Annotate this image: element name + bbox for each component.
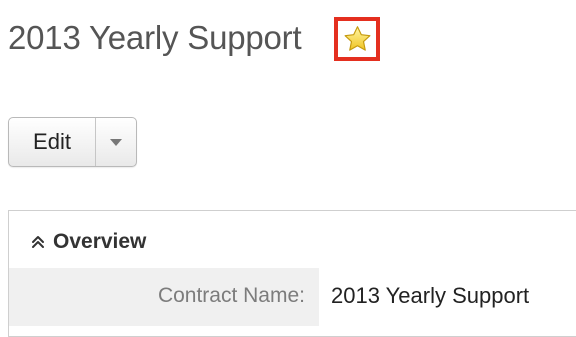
field-value-contract-name: 2013 Yearly Support [331,283,530,308]
field-label-cell: Contract Name: [9,268,319,326]
overview-panel-toggle[interactable]: Overview [29,229,146,255]
page-title: 2013 Yearly Support [8,19,302,56]
field-row-contract-name: Contract Name: 2013 Yearly Support [9,268,576,336]
field-label-contract-name: Contract Name: [157,284,305,307]
panel-title: Overview [53,230,147,253]
overview-panel: Overview Contract Name: 2013 Yearly Supp… [8,210,576,337]
star-icon [344,25,370,51]
favorite-button[interactable] [334,17,380,61]
actions-dropdown-button[interactable] [95,118,136,166]
record-actions-button-group: Edit [8,117,137,167]
double-chevron-up-icon [32,236,44,248]
chevron-down-icon [110,138,122,146]
edit-button[interactable]: Edit [9,118,95,166]
